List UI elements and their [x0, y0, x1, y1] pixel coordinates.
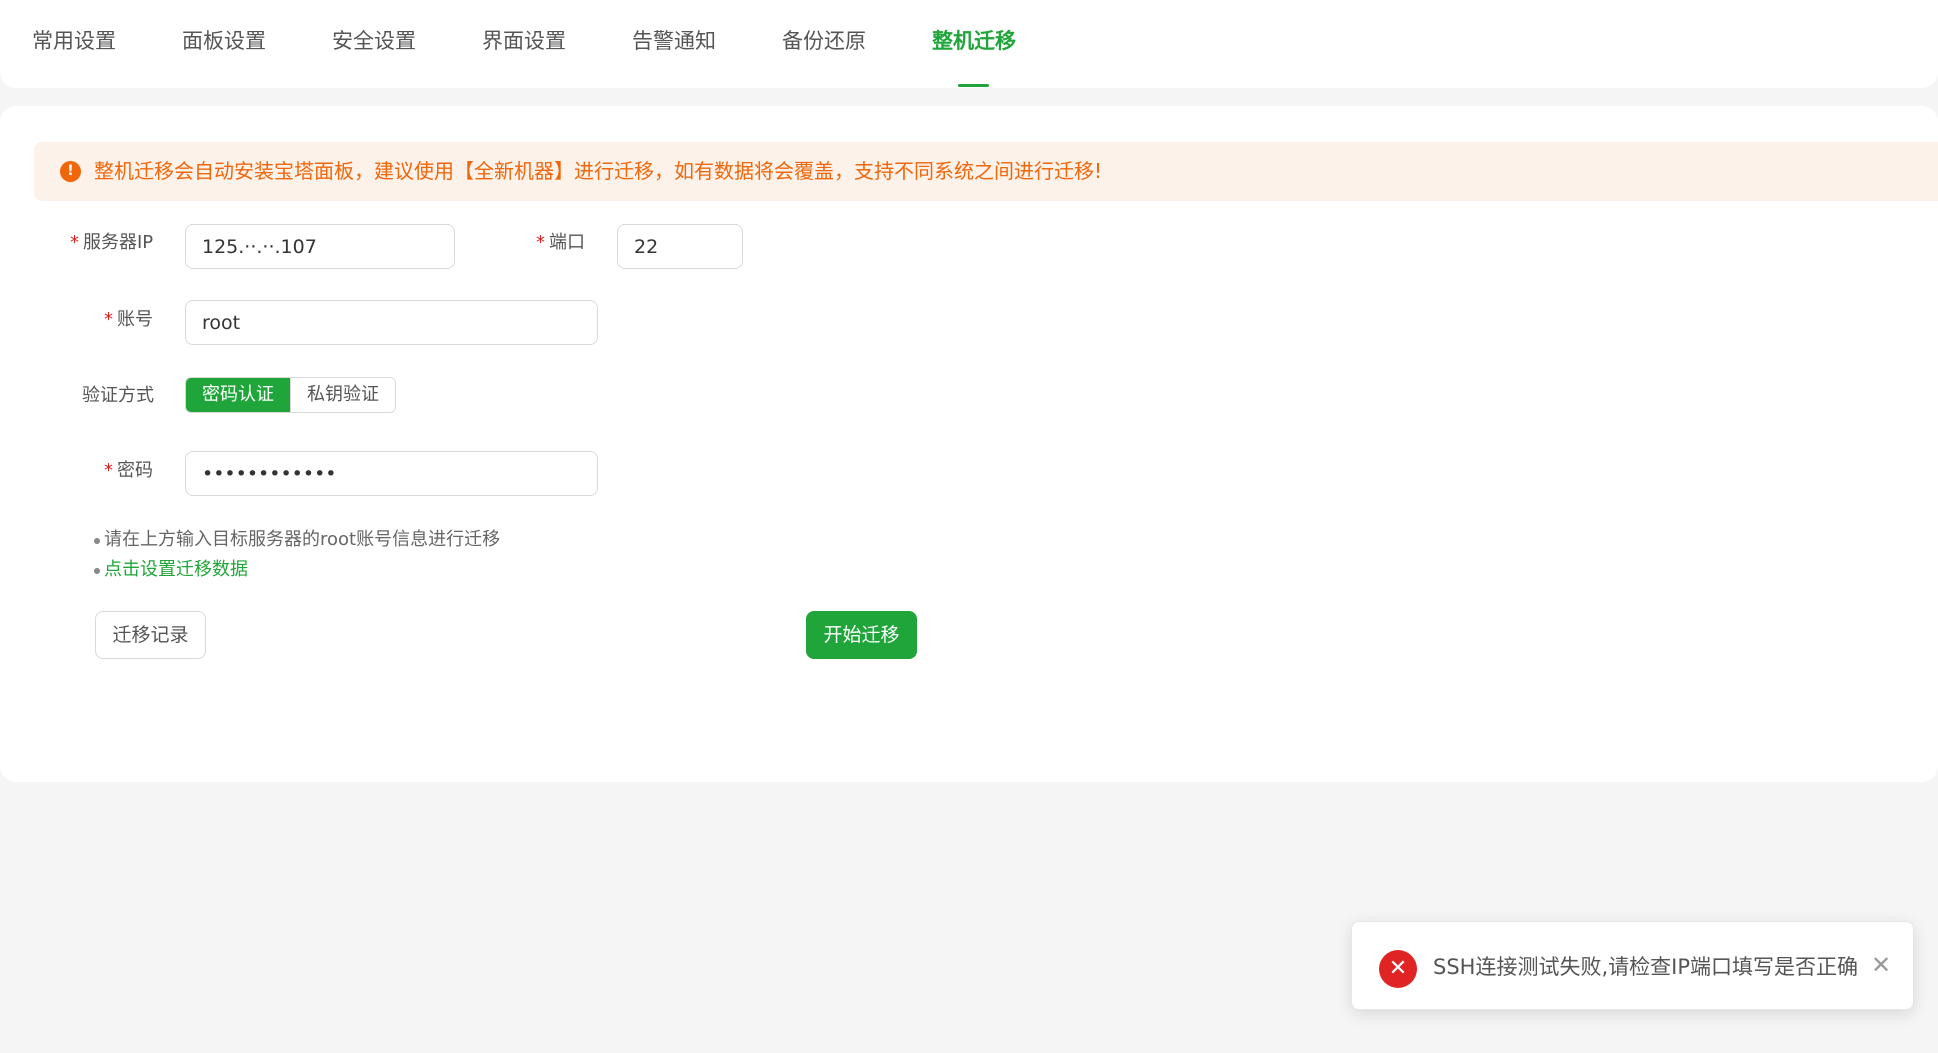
- alert-text: 整机迁移会自动安装宝塔面板，建议使用【全新机器】进行迁移，如有数据将会覆盖，支持…: [94, 159, 1103, 183]
- toast-message: SSH连接测试失败,请检查IP端口填写是否正确: [1433, 955, 1858, 979]
- required-mark: *: [104, 460, 113, 481]
- settings-tabs: 常用设置 面板设置 安全设置 界面设置 告警通知 备份还原 整机迁移: [0, 0, 1938, 88]
- migration-card: ! 整机迁移会自动安装宝塔面板，建议使用【全新机器】进行迁移，如有数据将会覆盖，…: [0, 106, 1938, 782]
- bullet-icon: [94, 568, 100, 574]
- password-label: * 密码: [104, 460, 153, 481]
- tab-common-settings[interactable]: 常用设置: [32, 26, 116, 56]
- migration-warning-alert: ! 整机迁移会自动安装宝塔面板，建议使用【全新机器】进行迁移，如有数据将会覆盖，…: [34, 142, 1938, 201]
- error-toast: ✕ SSH连接测试失败,请检查IP端口填写是否正确 ✕: [1351, 921, 1914, 1010]
- private-key-auth-option[interactable]: 私钥验证: [290, 378, 395, 412]
- tab-panel-settings[interactable]: 面板设置: [182, 26, 266, 56]
- server-ip-input[interactable]: [185, 224, 455, 269]
- set-migration-data-link[interactable]: 点击设置迁移数据: [94, 557, 248, 583]
- tab-security-settings[interactable]: 安全设置: [332, 26, 416, 56]
- auth-method-label: 验证方式: [82, 385, 154, 406]
- error-icon: ✕: [1379, 950, 1417, 988]
- start-migration-button[interactable]: 开始迁移: [806, 611, 917, 659]
- required-mark: *: [70, 232, 79, 253]
- tab-server-migration[interactable]: 整机迁移: [932, 26, 1016, 56]
- auth-method-toggle: 密码认证 私钥验证: [185, 377, 396, 413]
- required-mark: *: [536, 232, 545, 253]
- active-tab-indicator: [958, 84, 989, 87]
- migration-history-button[interactable]: 迁移记录: [95, 611, 206, 659]
- tab-alert-notifications[interactable]: 告警通知: [632, 26, 716, 56]
- account-label: * 账号: [104, 309, 153, 330]
- panel-settings-page: 常用设置 面板设置 安全设置 界面设置 告警通知 备份还原 整机迁移 ! 整机迁…: [0, 0, 1938, 1053]
- port-label: * 端口: [536, 232, 585, 253]
- password-input[interactable]: [185, 451, 598, 496]
- server-ip-label: * 服务器IP: [70, 232, 154, 253]
- help-item: 请在上方输入目标服务器的root账号信息进行迁移: [94, 527, 500, 553]
- bullet-icon: [94, 538, 100, 544]
- tab-interface-settings[interactable]: 界面设置: [482, 26, 566, 56]
- close-icon[interactable]: ✕: [1871, 950, 1891, 980]
- tab-backup-restore[interactable]: 备份还原: [782, 26, 866, 56]
- warning-icon: !: [60, 161, 81, 182]
- required-mark: *: [104, 309, 113, 330]
- port-input[interactable]: [617, 224, 743, 269]
- password-auth-option[interactable]: 密码认证: [186, 378, 290, 412]
- account-input[interactable]: [185, 300, 598, 345]
